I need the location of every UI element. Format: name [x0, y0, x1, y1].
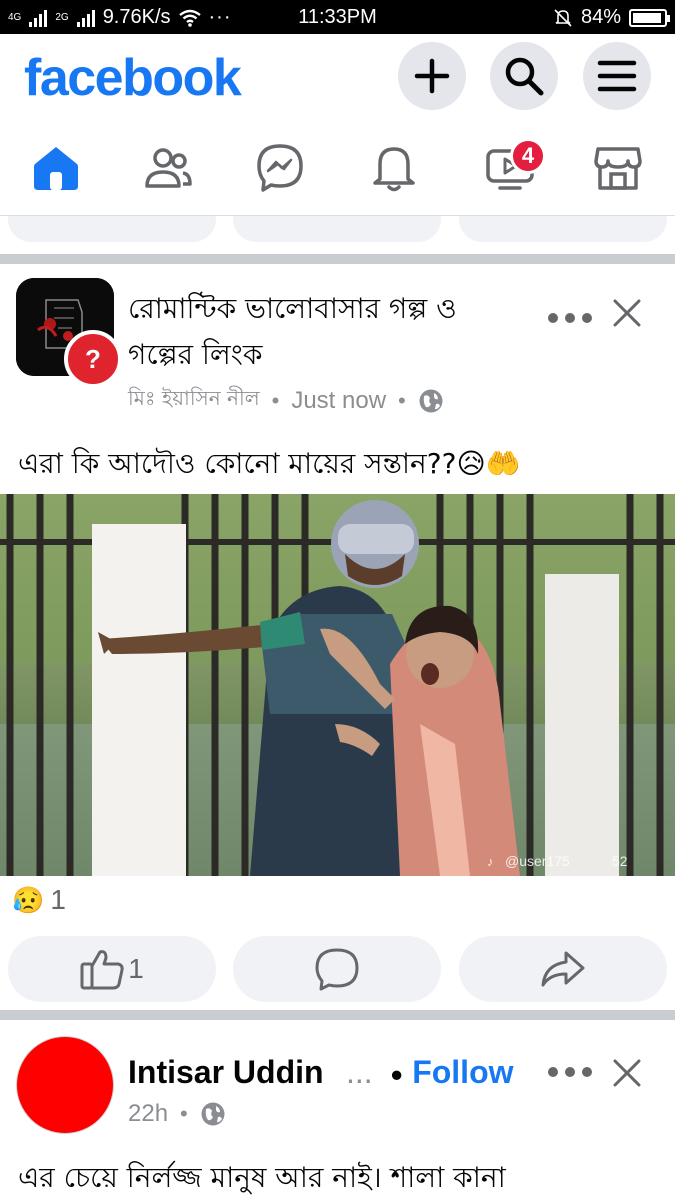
post-author[interactable]: মিঃ ইয়াসিন নীল	[128, 384, 260, 417]
feed-separator	[0, 254, 675, 264]
watermark-tail: 52	[612, 853, 628, 869]
previous-like-button[interactable]	[8, 216, 216, 242]
menu-icon	[597, 60, 637, 92]
globe-icon-2	[201, 1102, 225, 1126]
close-icon-2[interactable]	[612, 1058, 642, 1088]
more-options-button-2[interactable]	[548, 1062, 592, 1082]
menu-button[interactable]	[583, 42, 651, 110]
tab-notifications[interactable]	[362, 138, 426, 198]
more-options-button[interactable]	[548, 308, 592, 328]
post-meta: মিঃ ইয়াসিন নীল • Just now •	[128, 384, 444, 417]
dot-separator: •	[271, 387, 280, 413]
comment-button[interactable]	[233, 936, 441, 1002]
previous-comment-button[interactable]	[233, 216, 441, 242]
friends-icon	[145, 148, 192, 188]
thumbs-up-icon	[80, 950, 124, 990]
battery-icon	[629, 8, 670, 27]
post-author-2[interactable]: Intisar Uddin	[128, 1054, 324, 1091]
follow-label: Follow	[412, 1054, 514, 1090]
tab-bar: 4	[0, 120, 675, 216]
post-caption-2: এর চেয়ে নির্লজ্জ মানুষ আর নাই। শালা কান…	[18, 1161, 506, 1194]
post-time-2[interactable]: 22h	[128, 1100, 168, 1128]
create-button[interactable]	[398, 42, 466, 110]
sad-reaction-icon: 😥	[12, 884, 45, 915]
like-count: 1	[128, 953, 144, 984]
unknown-badge-icon: ?	[64, 330, 122, 388]
tiktok-icon: ♪	[487, 854, 494, 869]
dot-separator-3: •	[180, 1101, 188, 1126]
post-meta-2: 22h •	[128, 1100, 226, 1128]
battery-percent: 84%	[580, 6, 621, 28]
author-ellipsis: ...	[346, 1054, 373, 1090]
follow-button[interactable]: ● Follow	[390, 1054, 514, 1091]
post-caption: এরা কি আদৌও কোনো মায়ের সন্তান??😥🤲	[18, 447, 521, 480]
globe-icon	[419, 389, 443, 412]
facebook-logo[interactable]: facebook	[24, 48, 242, 108]
watermark-text: @user175	[505, 853, 570, 869]
bell-icon	[373, 147, 415, 192]
messenger-icon	[257, 144, 303, 192]
feed-post-2: 22h • এর চেয়ে নির্লজ্জ মানুষ আর নাই। শা…	[0, 1020, 675, 1200]
reaction-count: 1	[50, 884, 66, 915]
feed-post: ? রোমান্টিক ভালোবাসার গল্প ও গল্পের লিংক…	[0, 264, 675, 1010]
share-button[interactable]	[459, 936, 667, 1002]
share-icon	[541, 951, 585, 987]
post-image: @user175 ♪ 52	[0, 494, 675, 876]
search-button[interactable]	[490, 42, 558, 110]
tab-video[interactable]: 4	[470, 138, 550, 198]
page-title[interactable]: রোমান্টিক ভালোবাসার গল্প ও গল্পের লিংক	[128, 286, 518, 378]
app-header: facebook	[0, 34, 675, 120]
video-notification-badge: 4	[510, 138, 546, 174]
tab-friends[interactable]	[136, 138, 200, 198]
dot-separator-2: •	[398, 387, 406, 413]
status-bar: 4G 2G 9.76K/s ··· 11:33PM 84%	[0, 0, 675, 34]
follow-dot: ●	[390, 1061, 404, 1087]
user-avatar[interactable]	[16, 1036, 114, 1134]
marketplace-icon	[594, 147, 642, 190]
post-time[interactable]: Just now	[291, 387, 386, 415]
home-icon	[34, 147, 78, 190]
search-icon	[505, 57, 544, 96]
previous-share-button[interactable]	[459, 216, 667, 242]
clock: 11:33PM	[298, 6, 377, 28]
feed-separator-2	[0, 1010, 675, 1020]
tab-marketplace[interactable]	[586, 138, 650, 198]
like-button[interactable]: 1	[8, 936, 216, 1002]
tab-home[interactable]	[24, 138, 88, 198]
close-icon[interactable]	[612, 298, 642, 328]
post-photo[interactable]: @user175 ♪ 52	[0, 494, 675, 876]
comment-icon	[315, 948, 359, 991]
page-avatar-group[interactable]: ?	[16, 278, 122, 388]
previous-post-actions	[0, 216, 675, 254]
tab-messenger[interactable]	[248, 138, 312, 198]
mute-bell-icon	[554, 8, 572, 27]
plus-icon	[414, 58, 450, 94]
reactions-summary[interactable]: 😥 1	[12, 884, 66, 916]
